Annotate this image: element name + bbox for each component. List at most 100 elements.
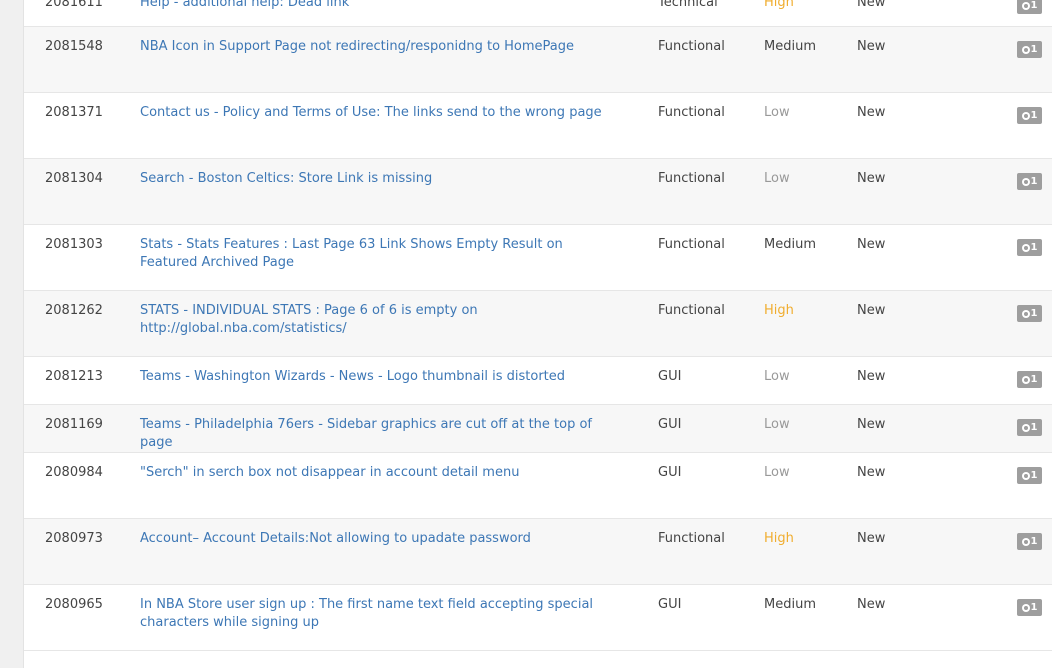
- bug-type: Functional: [658, 531, 725, 546]
- status-label: New: [857, 303, 886, 318]
- severity-label: Medium: [764, 237, 816, 252]
- comment-count-badge[interactable]: 1: [1017, 533, 1042, 550]
- severity-label: Medium: [764, 597, 816, 612]
- comment-count: 1: [1030, 242, 1038, 253]
- comment-count-badge[interactable]: 1: [1017, 107, 1042, 124]
- table-row[interactable]: 2080965 In NBA Store user sign up : The f…: [24, 585, 1052, 651]
- bug-id: 2081548: [45, 39, 103, 54]
- bug-title-link[interactable]: Teams - Washington Wizards - News - Logo…: [140, 368, 610, 386]
- bug-title-link[interactable]: In NBA Store user sign up : The first na…: [140, 596, 610, 632]
- comment-count: 1: [1030, 176, 1038, 187]
- status-label: New: [857, 531, 886, 546]
- bug-id: 2081304: [45, 171, 103, 186]
- bug-title-link[interactable]: STATS - INDIVIDUAL STATS : Page 6 of 6 i…: [140, 302, 610, 338]
- comment-count: 1: [1030, 470, 1038, 481]
- table-row[interactable]: 2081548 NBA Icon in Support Page not redi…: [24, 27, 1052, 93]
- bug-id: 2080965: [45, 597, 103, 612]
- bug-id: 2081371: [45, 105, 103, 120]
- comment-icon: [1021, 309, 1030, 318]
- comment-icon: [1021, 45, 1030, 54]
- table-row[interactable]: 2080984 "Serch" in serch box not disappea…: [24, 453, 1052, 519]
- severity-label: High: [764, 531, 794, 546]
- severity-label: Low: [764, 417, 790, 432]
- bug-title-link[interactable]: Help - additional help: Dead link: [140, 0, 610, 12]
- bug-id: 2080973: [45, 531, 103, 546]
- comment-icon: [1021, 111, 1030, 120]
- severity-label: Low: [764, 369, 790, 384]
- comment-count-badge[interactable]: 1: [1017, 599, 1042, 616]
- status-label: New: [857, 417, 886, 432]
- bug-id: 2081169: [45, 417, 103, 432]
- comment-count: 1: [1030, 536, 1038, 547]
- status-label: New: [857, 105, 886, 120]
- table-row[interactable]: 2081371 Contact us - Policy and Terms of …: [24, 93, 1052, 159]
- status-label: New: [857, 369, 886, 384]
- severity-label: High: [764, 303, 794, 318]
- bug-table: 2081611 Help - additional help: Dead link…: [23, 0, 1052, 668]
- comment-count-badge[interactable]: 1: [1017, 467, 1042, 484]
- table-row[interactable]: [24, 651, 1052, 668]
- severity-label: Low: [764, 171, 790, 186]
- bug-type: Functional: [658, 303, 725, 318]
- status-label: New: [857, 237, 886, 252]
- bug-type: GUI: [658, 369, 682, 384]
- comment-count: 1: [1030, 110, 1038, 121]
- bug-type: Functional: [658, 171, 725, 186]
- bug-type: Functional: [658, 39, 725, 54]
- table-row[interactable]: 2081262 STATS - INDIVIDUAL STATS : Page 6…: [24, 291, 1052, 357]
- bug-id: 2081262: [45, 303, 103, 318]
- bug-id: 2081303: [45, 237, 103, 252]
- status-label: New: [857, 0, 886, 10]
- comment-icon: [1021, 423, 1030, 432]
- bug-title-link[interactable]: "Serch" in serch box not disappear in ac…: [140, 464, 610, 482]
- comment-count: 1: [1030, 374, 1038, 385]
- comment-count: 1: [1030, 602, 1038, 613]
- bug-type: Functional: [658, 237, 725, 252]
- table-row[interactable]: 2081611 Help - additional help: Dead link…: [24, 0, 1052, 27]
- comment-count: 1: [1030, 308, 1038, 319]
- comment-count-badge[interactable]: 1: [1017, 41, 1042, 58]
- comment-icon: [1021, 603, 1030, 612]
- comment-icon: [1021, 375, 1030, 384]
- bug-type: GUI: [658, 417, 682, 432]
- bug-type: Functional: [658, 105, 725, 120]
- status-label: New: [857, 171, 886, 186]
- table-row[interactable]: 2080973 Account– Account Details:Not allo…: [24, 519, 1052, 585]
- left-gutter: [0, 0, 23, 668]
- bug-title-link[interactable]: NBA Icon in Support Page not redirecting…: [140, 38, 610, 56]
- status-label: New: [857, 465, 886, 480]
- comment-icon: [1021, 177, 1030, 186]
- comment-count: 1: [1030, 0, 1038, 11]
- bug-id: 2081611: [45, 0, 103, 10]
- table-row[interactable]: 2081304 Search - Boston Celtics: Store Li…: [24, 159, 1052, 225]
- status-label: New: [857, 39, 886, 54]
- bug-title-link[interactable]: Stats - Stats Features : Last Page 63 Li…: [140, 236, 610, 272]
- severity-label: Low: [764, 465, 790, 480]
- table-row[interactable]: 2081213 Teams - Washington Wizards - News…: [24, 357, 1052, 405]
- bug-id: 2080984: [45, 465, 103, 480]
- comment-icon: [1021, 243, 1030, 252]
- bug-title-link[interactable]: Contact us - Policy and Terms of Use: Th…: [140, 104, 610, 122]
- comment-count-badge[interactable]: 1: [1017, 419, 1042, 436]
- bug-type: Technical: [658, 0, 718, 10]
- status-label: New: [857, 597, 886, 612]
- comment-count: 1: [1030, 422, 1038, 433]
- comment-count: 1: [1030, 44, 1038, 55]
- bug-title-link[interactable]: Search - Boston Celtics: Store Link is m…: [140, 170, 610, 188]
- comment-count-badge[interactable]: 1: [1017, 371, 1042, 388]
- table-row[interactable]: 2081303 Stats - Stats Features : Last Pag…: [24, 225, 1052, 291]
- severity-label: Low: [764, 105, 790, 120]
- bug-id: 2081213: [45, 369, 103, 384]
- severity-label: Medium: [764, 39, 816, 54]
- comment-count-badge[interactable]: 1: [1017, 239, 1042, 256]
- severity-label: High: [764, 0, 794, 10]
- bug-title-link[interactable]: Teams - Philadelphia 76ers - Sidebar gra…: [140, 416, 610, 452]
- table-row[interactable]: 2081169 Teams - Philadelphia 76ers - Side…: [24, 405, 1052, 453]
- comment-count-badge[interactable]: 1: [1017, 0, 1042, 14]
- comment-count-badge[interactable]: 1: [1017, 173, 1042, 190]
- comment-count-badge[interactable]: 1: [1017, 305, 1042, 322]
- bug-type: GUI: [658, 465, 682, 480]
- bug-title-link[interactable]: Account– Account Details:Not allowing to…: [140, 530, 610, 548]
- bug-type: GUI: [658, 597, 682, 612]
- comment-icon: [1021, 1, 1030, 10]
